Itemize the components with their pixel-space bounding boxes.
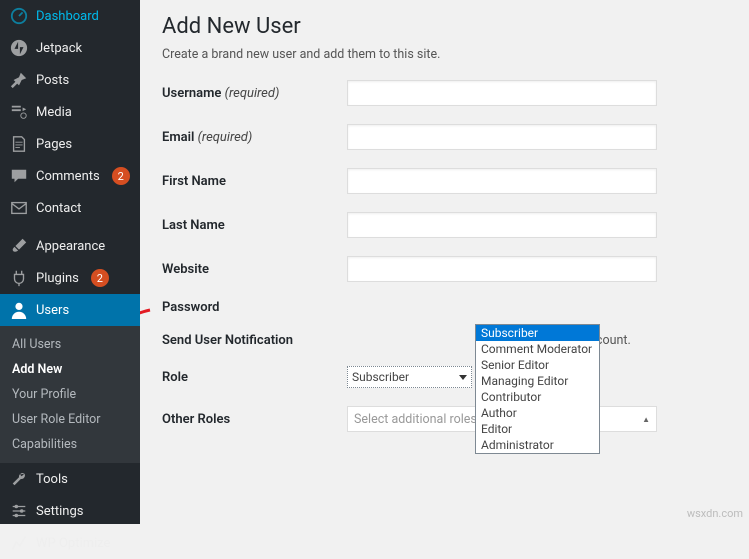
sidebar-item-label: Media (36, 105, 72, 120)
annotation-arrow-left (140, 306, 152, 350)
website-label: Website (162, 262, 347, 277)
sidebar-item-plugins[interactable]: Plugins 2 (0, 262, 140, 294)
role-option-managing-editor[interactable]: Managing Editor (476, 373, 599, 389)
notification-label: Send User Notification (162, 333, 347, 348)
sidebar-item-label: Posts (36, 73, 69, 88)
role-option-author[interactable]: Author (476, 405, 599, 421)
page-title: Add New User (162, 14, 727, 39)
lastname-label: Last Name (162, 218, 347, 233)
dashboard-icon (10, 7, 28, 25)
sidebar-item-dashboard[interactable]: Dashboard (0, 0, 140, 32)
sidebar-item-media[interactable]: Media (0, 96, 140, 128)
comments-badge: 2 (112, 167, 130, 185)
brush-icon (10, 237, 28, 255)
sidebar-item-posts[interactable]: Posts (0, 64, 140, 96)
submenu-add-new[interactable]: Add New (0, 357, 140, 382)
sidebar-item-label: Appearance (36, 239, 105, 254)
role-dropdown-open: Subscriber Comment Moderator Senior Edit… (475, 324, 600, 454)
other-roles-label: Other Roles (162, 412, 347, 427)
sidebar-item-pages[interactable]: Pages (0, 128, 140, 160)
media-icon (10, 103, 28, 121)
sidebar-item-label: Pages (36, 137, 72, 152)
sidebar-item-label: Dashboard (36, 9, 99, 24)
lastname-input[interactable] (347, 212, 657, 238)
sidebar-item-label: Contact (36, 201, 81, 216)
plug-icon (10, 269, 28, 287)
username-input[interactable] (347, 80, 657, 106)
role-select[interactable]: Subscriber (347, 366, 472, 388)
sidebar-item-label: Jetpack (36, 41, 82, 56)
sliders-icon (10, 502, 28, 520)
sidebar-item-jetpack[interactable]: Jetpack (0, 32, 140, 64)
wrench-icon (10, 470, 28, 488)
submenu-capabilities[interactable]: Capabilities (0, 432, 140, 457)
role-option-contributor[interactable]: Contributor (476, 389, 599, 405)
sidebar-item-contact[interactable]: Contact (0, 192, 140, 224)
user-icon (10, 301, 28, 319)
sidebar-item-appearance[interactable]: Appearance (0, 230, 140, 262)
sidebar-item-wp-optimize[interactable]: WP Optimize (0, 527, 140, 559)
role-label: Role (162, 370, 347, 385)
optimize-icon (10, 534, 28, 552)
watermark: wsxdn.com (687, 507, 743, 520)
role-option-editor[interactable]: Editor (476, 421, 599, 437)
users-submenu: All Users Add New Your Profile User Role… (0, 326, 140, 463)
envelope-icon (10, 199, 28, 217)
sidebar-item-label: Users (36, 303, 69, 318)
sidebar-item-label: Comments (36, 169, 100, 184)
submenu-all-users[interactable]: All Users (0, 332, 140, 357)
sidebar-item-label: Tools (36, 472, 68, 487)
plugins-badge: 2 (91, 269, 109, 287)
username-label: Username (required) (162, 86, 347, 101)
sidebar-item-label: WP Optimize (36, 536, 110, 551)
sidebar-item-label: Settings (36, 504, 83, 519)
email-label: Email (required) (162, 130, 347, 145)
role-option-comment-moderator[interactable]: Comment Moderator (476, 341, 599, 357)
submenu-user-role-editor[interactable]: User Role Editor (0, 407, 140, 432)
role-option-administrator[interactable]: Administrator (476, 437, 599, 453)
pin-icon (10, 71, 28, 89)
jetpack-icon (10, 39, 28, 57)
sidebar-item-users[interactable]: Users (0, 294, 140, 326)
firstname-label: First Name (162, 174, 347, 189)
email-input[interactable] (347, 124, 657, 150)
submenu-your-profile[interactable]: Your Profile (0, 382, 140, 407)
password-label: Password (162, 300, 347, 315)
sidebar-item-label: Plugins (36, 271, 79, 286)
admin-sidebar: Dashboard Jetpack Posts Media Pages Comm… (0, 0, 140, 524)
sidebar-item-tools[interactable]: Tools (0, 463, 140, 495)
role-option-senior-editor[interactable]: Senior Editor (476, 357, 599, 373)
firstname-input[interactable] (347, 168, 657, 194)
pages-icon (10, 135, 28, 153)
page-subtitle: Create a brand new user and add them to … (162, 47, 727, 62)
sidebar-item-settings[interactable]: Settings (0, 495, 140, 527)
role-option-subscriber[interactable]: Subscriber (476, 325, 599, 341)
sidebar-item-comments[interactable]: Comments 2 (0, 160, 140, 192)
comments-icon (10, 167, 28, 185)
website-input[interactable] (347, 256, 657, 282)
main-content: Add New User Create a brand new user and… (140, 0, 749, 524)
